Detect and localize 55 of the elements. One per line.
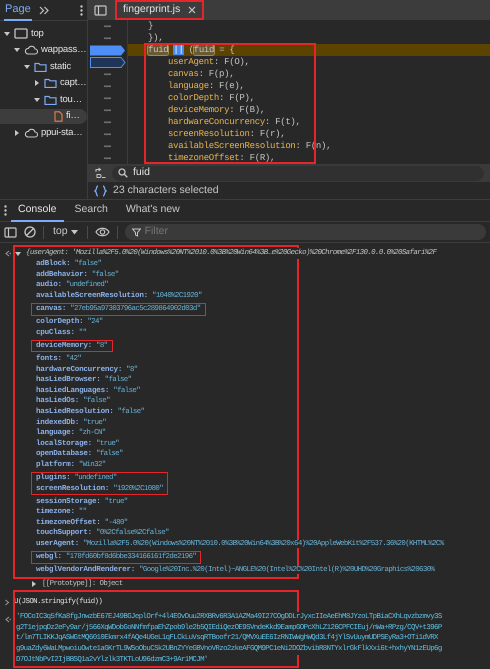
file-icon — [54, 110, 63, 122]
breakpoint-marker-icon[interactable] — [90, 44, 126, 56]
folder-icon — [44, 94, 57, 105]
panel-tab[interactable]: Page — [4, 0, 32, 21]
clear-icon[interactable] — [24, 226, 36, 238]
replace-toggle-icon[interactable] — [94, 167, 106, 179]
code-line: colorDepth: F(P), — [167, 92, 256, 104]
caret-right-icon[interactable] — [33, 79, 41, 88]
cloud-icon — [24, 45, 38, 56]
tree-item[interactable]: top — [0, 26, 87, 42]
code-line: }), — [147, 32, 164, 44]
caret-down-icon — [70, 230, 78, 234]
result-arrow-icon — [4, 250, 10, 258]
caret-down-icon[interactable] — [23, 62, 31, 71]
caret-down-icon[interactable] — [14, 250, 22, 258]
tree-item[interactable]: ppui-sta… — [0, 125, 87, 140]
close-icon[interactable] — [188, 6, 196, 14]
more-dots-icon[interactable] — [80, 4, 83, 16]
caret-down-icon[interactable] — [3, 30, 11, 38]
eye-icon[interactable] — [94, 227, 110, 237]
caret-down-icon[interactable] — [13, 46, 21, 54]
code-line: screenResolution: F(r), — [167, 128, 286, 140]
code-line: language: F(e), — [167, 80, 246, 92]
braces-icon[interactable] — [94, 184, 107, 196]
cloud-icon — [24, 128, 38, 138]
folder-icon — [34, 62, 47, 72]
search-icon — [118, 168, 128, 178]
caret-right-icon[interactable] — [30, 580, 38, 588]
code-line: canvas: F(p), — [167, 68, 236, 80]
code-line: hardwareConcurrency: F(t), — [167, 116, 302, 128]
double-chevron-icon[interactable] — [38, 6, 49, 14]
drawer-tab[interactable]: Search — [68, 199, 115, 222]
prompt-chevron-icon — [4, 599, 10, 606]
tree-item[interactable]: wappass… — [0, 42, 87, 58]
tree-item[interactable]: capt… — [0, 76, 87, 91]
tree-item[interactable]: static — [0, 59, 87, 74]
drawer-tab[interactable]: Console — [11, 199, 64, 222]
tree-item[interactable]: fi… — [0, 108, 87, 124]
code-line: } — [147, 20, 154, 32]
code-line: timezoneOffset: F(R), — [167, 152, 276, 164]
more-dots-icon[interactable] — [4, 205, 7, 216]
code-line: deviceMemory: F(B), — [167, 104, 266, 116]
status-text: 23 characters selected — [113, 182, 219, 198]
folder-icon — [44, 78, 57, 88]
window-icon — [14, 28, 28, 40]
sidebar-toggle-icon[interactable] — [94, 4, 107, 16]
code-line: userAgent: F(O), — [167, 56, 251, 68]
caret-right-icon[interactable] — [13, 128, 21, 137]
sidebar-toggle-icon[interactable] — [4, 226, 17, 238]
drawer-tab[interactable]: What's new — [118, 199, 187, 222]
tree-item[interactable]: tou… — [0, 92, 87, 108]
filter-icon — [132, 228, 141, 236]
context-dropdown[interactable]: top — [51, 224, 80, 240]
caret-down-icon[interactable] — [33, 96, 41, 104]
result-arrow-icon — [4, 616, 10, 624]
